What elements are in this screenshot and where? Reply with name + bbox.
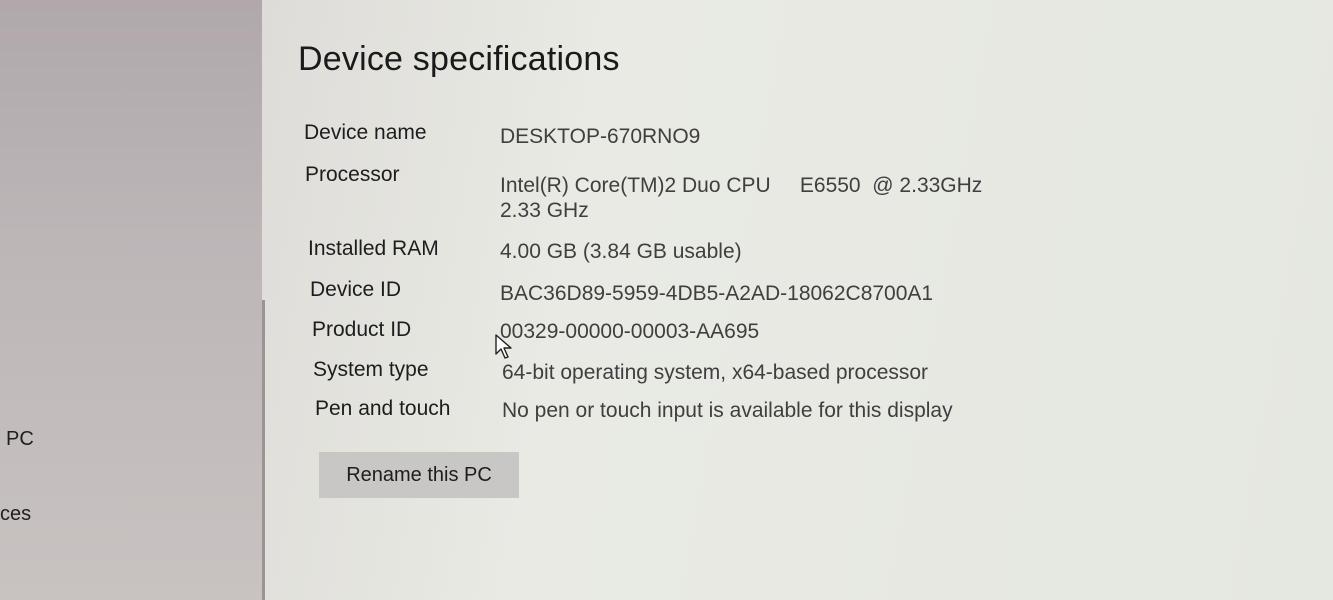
rename-this-pc-button[interactable]: Rename this PC <box>319 452 519 498</box>
mouse-pointer-icon <box>495 334 512 359</box>
panel-divider <box>262 300 265 600</box>
spec-value-device-name: DESKTOP-670RNO9 <box>500 125 701 148</box>
device-specifications-panel: Device specifications Device name DESKTO… <box>262 0 1333 600</box>
sidebar-item-devices[interactable]: ces <box>0 503 31 526</box>
spec-label-processor: Processor <box>305 163 400 186</box>
sidebar: PC ces <box>0 0 262 600</box>
spec-label-system-type: System type <box>313 358 429 381</box>
spec-value-installed-ram: 4.00 GB (3.84 GB usable) <box>500 240 742 263</box>
spec-value-device-id: BAC36D89-5959-4DB5-A2AD-18062C8700A1 <box>500 282 934 305</box>
spec-value-pen-and-touch: No pen or touch input is available for t… <box>502 399 953 422</box>
sidebar-item-pc[interactable]: PC <box>6 428 34 451</box>
page-title: Device specifications <box>298 40 620 78</box>
spec-value-processor: Intel(R) Core(TM)2 Duo CPU E6550 @ 2.33G… <box>500 174 983 197</box>
spec-label-pen-and-touch: Pen and touch <box>315 397 451 420</box>
spec-label-installed-ram: Installed RAM <box>308 237 439 260</box>
spec-label-product-id: Product ID <box>312 318 412 341</box>
spec-value-system-type: 64-bit operating system, x64-based proce… <box>502 361 929 384</box>
spec-value-product-id: 00329-00000-00003-AA695 <box>500 320 760 343</box>
spec-label-device-id: Device ID <box>310 278 402 301</box>
spec-value-processor-speed: 2.33 GHz <box>500 199 589 222</box>
settings-window: PC ces Device specifications Device name… <box>0 0 1333 600</box>
spec-label-device-name: Device name <box>304 121 427 144</box>
